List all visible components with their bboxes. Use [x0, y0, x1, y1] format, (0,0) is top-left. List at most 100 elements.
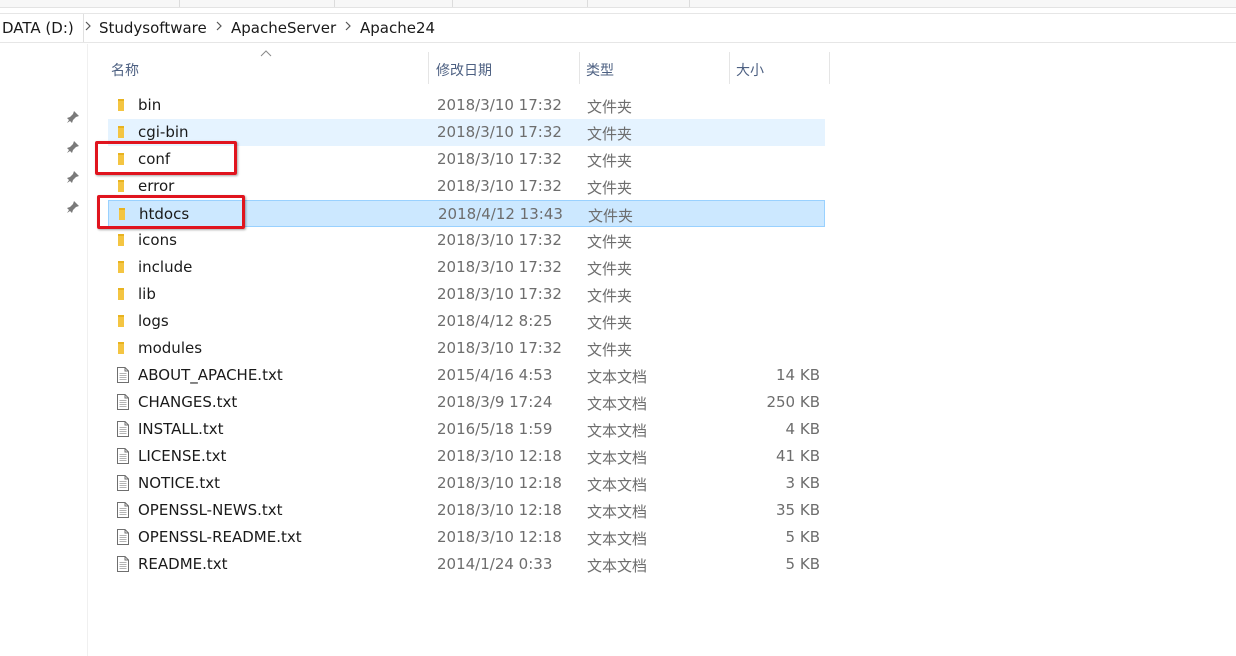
chevron-right-icon[interactable]: [215, 20, 223, 35]
file-size: 4 KB: [785, 420, 820, 438]
file-date: 2018/3/10 12:18: [437, 474, 562, 492]
column-header-type[interactable]: 类型: [583, 52, 729, 84]
folder-icon: [118, 288, 124, 300]
file-type: 文本文档: [587, 557, 648, 575]
column-divider[interactable]: [729, 52, 730, 84]
file-size: 14 KB: [776, 366, 820, 384]
file-type: 文本文档: [587, 422, 648, 440]
file-row-lib[interactable]: lib 2018/3/10 17:32 文件夹: [108, 281, 825, 308]
file-row-about-apache-txt[interactable]: ABOUT_APACHE.txt 2015/4/16 4:53 文本文档 14 KB: [108, 362, 825, 389]
breadcrumb-drive[interactable]: DATA (D:): [2, 19, 74, 37]
column-header-size[interactable]: 大小: [733, 52, 829, 84]
file-type: 文件夹: [587, 125, 633, 143]
file-name: ABOUT_APACHE.txt: [138, 366, 283, 384]
file-type: 文件夹: [587, 260, 633, 278]
file-type: 文本文档: [587, 503, 648, 521]
file-size: 5 KB: [785, 528, 820, 546]
file-row-openssl-readme-txt[interactable]: OPENSSL-README.txt 2018/3/10 12:18 文本文档 5 K…: [108, 524, 825, 551]
column-divider[interactable]: [829, 52, 830, 84]
folder-icon: [118, 99, 124, 111]
file-type: 文件夹: [587, 341, 633, 359]
file-date: 2018/3/10 17:32: [437, 123, 562, 141]
ribbon-segment[interactable]: [453, 0, 588, 7]
file-type: 文本文档: [587, 530, 648, 548]
file-name: INSTALL.txt: [138, 420, 224, 438]
chevron-right-icon[interactable]: [344, 20, 352, 35]
file-row-bin[interactable]: bin 2018/3/10 17:32 文件夹: [108, 92, 825, 119]
file-type: 文件夹: [588, 207, 634, 225]
file-name: cgi-bin: [138, 123, 189, 141]
file-date: 2018/4/12 8:25: [437, 312, 553, 330]
file-type: 文本文档: [587, 449, 648, 467]
file-date: 2018/3/10 17:32: [437, 231, 562, 249]
file-date: 2018/3/10 17:32: [437, 96, 562, 114]
column-header-name[interactable]: 名称: [108, 52, 428, 84]
chevron-right-icon[interactable]: [84, 20, 92, 35]
file-type: 文件夹: [587, 287, 633, 305]
file-row-license-txt[interactable]: LICENSE.txt 2018/3/10 12:18 文本文档 41 KB: [108, 443, 825, 470]
file-date: 2018/3/10 17:32: [437, 339, 562, 357]
breadcrumb-apacheserver[interactable]: ApacheServer: [231, 19, 336, 37]
file-size: 250 KB: [766, 393, 820, 411]
text-file-icon: [117, 502, 129, 518]
file-name: OPENSSL-NEWS.txt: [138, 501, 283, 519]
text-file-icon: [117, 556, 129, 572]
ribbon-segment[interactable]: [180, 0, 335, 7]
file-row-notice-txt[interactable]: NOTICE.txt 2018/3/10 12:18 文本文档 3 KB: [108, 470, 825, 497]
file-date: 2016/5/18 1:59: [437, 420, 553, 438]
navigation-pane: [0, 44, 88, 656]
file-date: 2018/3/10 12:18: [437, 501, 562, 519]
folder-icon: [118, 261, 124, 273]
file-name: CHANGES.txt: [138, 393, 238, 411]
file-row-icons[interactable]: icons 2018/3/10 17:32 文件夹: [108, 227, 825, 254]
ribbon-segment[interactable]: [588, 0, 690, 7]
file-name: LICENSE.txt: [138, 447, 227, 465]
file-date: 2014/1/24 0:33: [437, 555, 553, 573]
file-name: logs: [138, 312, 169, 330]
ribbon-segment[interactable]: [335, 0, 453, 7]
pin-icon[interactable]: [66, 140, 80, 154]
pin-icon[interactable]: [66, 200, 80, 214]
breadcrumb-apache24[interactable]: Apache24: [360, 19, 435, 37]
column-divider[interactable]: [579, 52, 580, 84]
file-row-include[interactable]: include 2018/3/10 17:32 文件夹: [108, 254, 825, 281]
file-date: 2018/3/10 12:18: [437, 447, 562, 465]
file-date: 2018/3/10 12:18: [437, 528, 562, 546]
red-highlight-box: [97, 195, 245, 229]
file-size: 5 KB: [785, 555, 820, 573]
file-name: include: [138, 258, 193, 276]
folder-icon: [118, 342, 124, 354]
file-type: 文本文档: [587, 368, 648, 386]
file-type: 文本文档: [587, 395, 648, 413]
file-type: 文件夹: [587, 98, 633, 116]
file-row-changes-txt[interactable]: CHANGES.txt 2018/3/9 17:24 文本文档 250 KB: [108, 389, 825, 416]
file-row-install-txt[interactable]: INSTALL.txt 2016/5/18 1:59 文本文档 4 KB: [108, 416, 825, 443]
breadcrumb-studysoftware[interactable]: Studysoftware: [99, 19, 207, 37]
pin-icon[interactable]: [66, 110, 80, 124]
file-size: 35 KB: [776, 501, 820, 519]
text-file-icon: [117, 448, 129, 464]
file-name: modules: [138, 339, 203, 357]
red-highlight-box: [95, 141, 237, 175]
text-file-icon: [117, 394, 129, 410]
file-name: NOTICE.txt: [138, 474, 220, 492]
file-row-logs[interactable]: logs 2018/4/12 8:25 文件夹: [108, 308, 825, 335]
file-row-modules[interactable]: modules 2018/3/10 17:32 文件夹: [108, 335, 825, 362]
folder-icon: [118, 315, 124, 327]
column-header-date[interactable]: 修改日期: [433, 52, 579, 84]
file-row-readme-txt[interactable]: README.txt 2014/1/24 0:33 文本文档 5 KB: [108, 551, 825, 578]
text-file-icon: [117, 529, 129, 545]
file-name: bin: [138, 96, 162, 114]
file-date: 2018/3/9 17:24: [437, 393, 553, 411]
ribbon-segment[interactable]: [0, 0, 180, 7]
file-date: 2018/3/10 17:32: [437, 177, 562, 195]
column-divider[interactable]: [428, 52, 429, 84]
file-name: README.txt: [138, 555, 228, 573]
file-row-openssl-news-txt[interactable]: OPENSSL-NEWS.txt 2018/3/10 12:18 文本文档 35 KB: [108, 497, 825, 524]
file-type: 文本文档: [587, 476, 648, 494]
pin-icon[interactable]: [66, 170, 80, 184]
file-name: lib: [138, 285, 156, 303]
address-bar[interactable]: DATA (D:) Studysoftware ApacheServer Apa…: [0, 13, 1236, 43]
file-date: 2018/3/10 17:32: [437, 285, 562, 303]
file-type: 文件夹: [587, 233, 633, 251]
